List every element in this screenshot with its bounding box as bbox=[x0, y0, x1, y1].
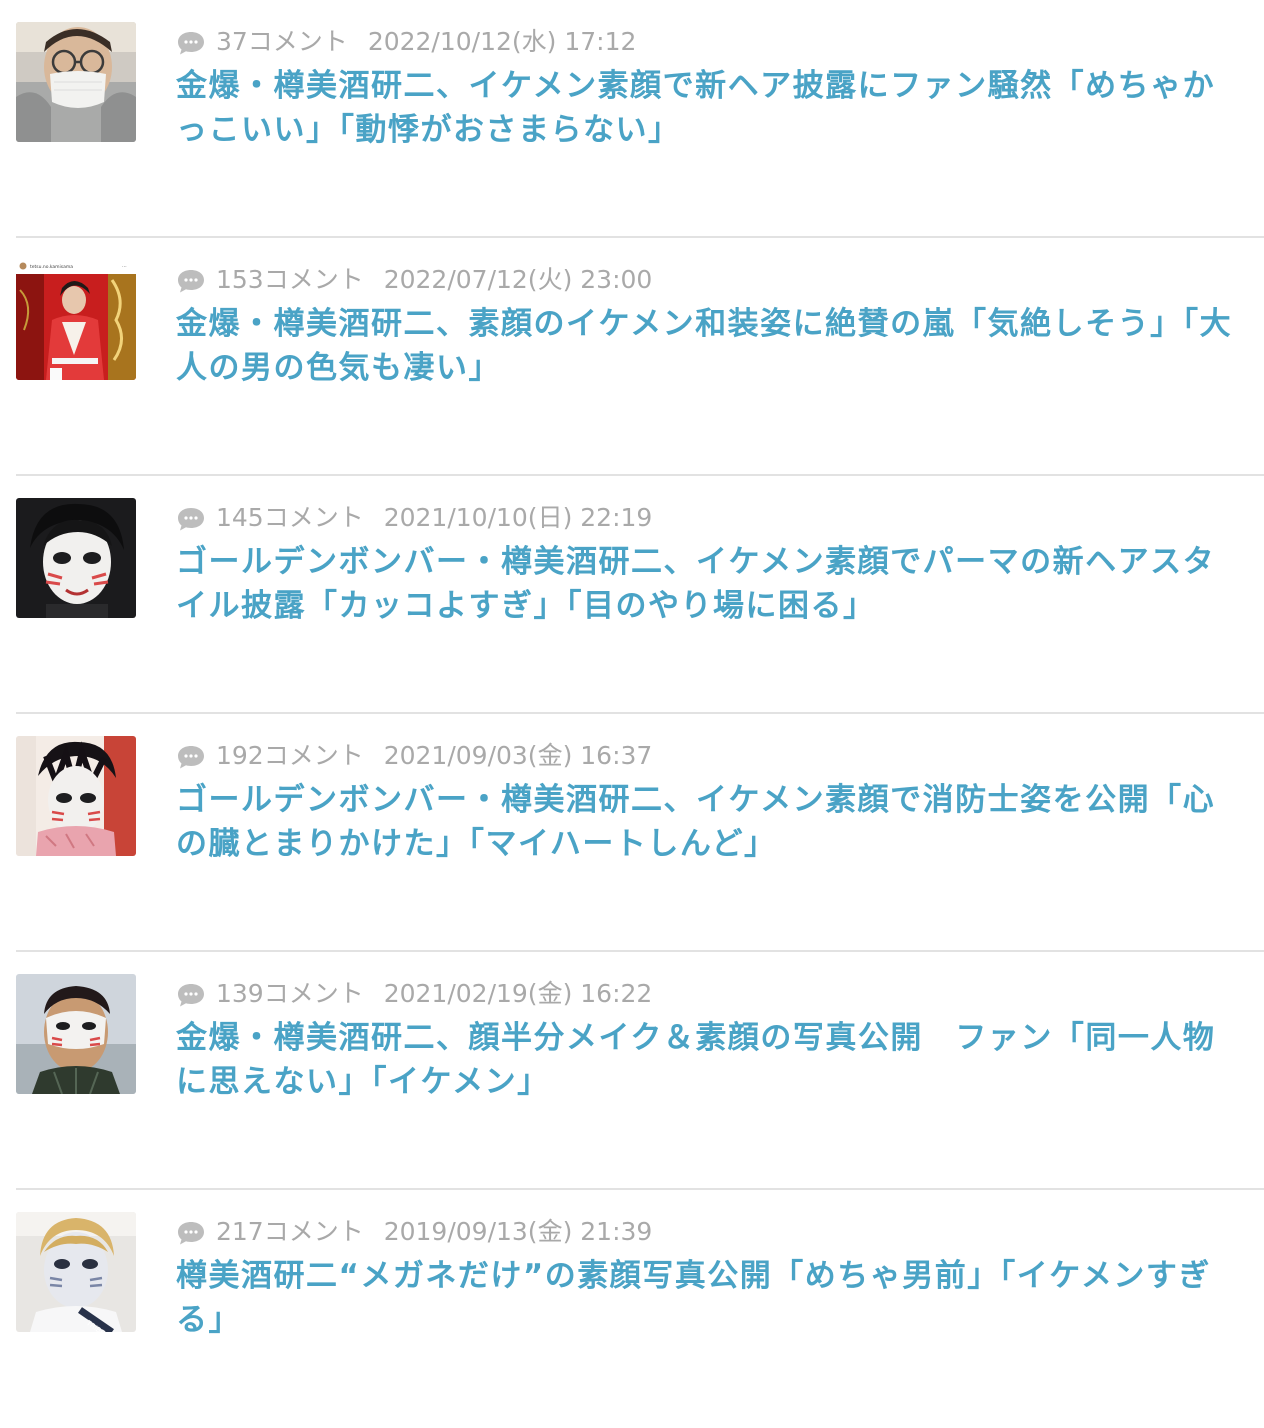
article-meta: 145コメント 2021/10/10(日) 22:19 bbox=[176, 500, 652, 532]
article-meta: 139コメント 2021/02/19(金) 16:22 bbox=[176, 976, 652, 1008]
comment-icon bbox=[178, 984, 204, 1007]
article-title-link[interactable]: 金爆・樽美酒研二、顔半分メイク＆素顔の写真公開 ファン「同一人物に思えない」「イ… bbox=[176, 1016, 1236, 1104]
article-date: 2021/09/03(金) 16:37 bbox=[383, 741, 653, 770]
article-meta: 192コメント 2021/09/03(金) 16:37 bbox=[176, 738, 652, 770]
article-thumbnail[interactable] bbox=[16, 498, 136, 618]
comment-icon bbox=[178, 1222, 204, 1245]
article-thumbnail[interactable]: tetsu.no.kamisama ··· bbox=[16, 260, 136, 380]
comment-icon bbox=[178, 508, 204, 531]
article-date: 2022/10/12(水) 17:12 bbox=[367, 27, 637, 56]
article-thumbnail[interactable] bbox=[16, 974, 136, 1094]
comment-count: 192コメント bbox=[216, 741, 364, 770]
list-item[interactable]: 37コメント 2022/10/12(水) 17:12 金爆・樽美酒研二、イケメン… bbox=[0, 0, 1264, 238]
article-meta: 37コメント 2022/10/12(水) 17:12 bbox=[176, 24, 636, 56]
list-item[interactable]: tetsu.no.kamisama ··· 153コメント 2022/07/12… bbox=[0, 238, 1264, 476]
article-title-link[interactable]: ゴールデンボンバー・樽美酒研二、イケメン素顔でパーマの新ヘアスタイル披露「カッコ… bbox=[176, 540, 1236, 628]
comment-icon bbox=[178, 270, 204, 293]
article-title-link[interactable]: ゴールデンボンバー・樽美酒研二、イケメン素顔で消防士姿を公開「心の臓とまりかけた… bbox=[176, 778, 1236, 866]
svg-text:···: ··· bbox=[122, 264, 127, 270]
article-date: 2022/07/12(火) 23:00 bbox=[383, 265, 653, 294]
article-title-link[interactable]: 樽美酒研二“メガネだけ”の素顔写真公開「めちゃ男前」「イケメンすぎる」 bbox=[176, 1254, 1236, 1342]
comment-count: 145コメント bbox=[216, 503, 364, 532]
comment-count: 153コメント bbox=[216, 265, 364, 294]
comment-count: 37コメント bbox=[216, 27, 348, 56]
article-date: 2021/10/10(日) 22:19 bbox=[383, 503, 653, 532]
article-thumbnail[interactable] bbox=[16, 22, 136, 142]
article-title-link[interactable]: 金爆・樽美酒研二、素顔のイケメン和装姿に絶賛の嵐「気絶しそう」「大人の男の色気も… bbox=[176, 302, 1236, 390]
article-list: 37コメント 2022/10/12(水) 17:12 金爆・樽美酒研二、イケメン… bbox=[0, 0, 1264, 1428]
list-item[interactable]: 139コメント 2021/02/19(金) 16:22 金爆・樽美酒研二、顔半分… bbox=[0, 952, 1264, 1190]
list-item[interactable]: 192コメント 2021/09/03(金) 16:37 ゴールデンボンバー・樽美… bbox=[0, 714, 1264, 952]
article-thumbnail[interactable]: TRIBE bbox=[16, 1212, 136, 1332]
comment-count: 139コメント bbox=[216, 979, 364, 1008]
comment-icon bbox=[178, 746, 204, 769]
article-date: 2021/02/19(金) 16:22 bbox=[383, 979, 653, 1008]
list-item[interactable]: 145コメント 2021/10/10(日) 22:19 ゴールデンボンバー・樽美… bbox=[0, 476, 1264, 714]
article-title-link[interactable]: 金爆・樽美酒研二、イケメン素顔で新ヘア披露にファン騒然「めちゃかっこいい」「動悸… bbox=[176, 64, 1236, 152]
article-date: 2019/09/13(金) 21:39 bbox=[383, 1217, 653, 1246]
list-item[interactable]: TRIBE 217コメント 2019/09/13(金) 21:39 樽美酒研二“… bbox=[0, 1190, 1264, 1428]
article-thumbnail[interactable] bbox=[16, 736, 136, 856]
comment-count: 217コメント bbox=[216, 1217, 364, 1246]
article-meta: 153コメント 2022/07/12(火) 23:00 bbox=[176, 262, 652, 294]
article-meta: 217コメント 2019/09/13(金) 21:39 bbox=[176, 1214, 652, 1246]
comment-icon bbox=[178, 32, 204, 55]
thumbnail-caption: tetsu.no.kamisama bbox=[30, 264, 73, 270]
